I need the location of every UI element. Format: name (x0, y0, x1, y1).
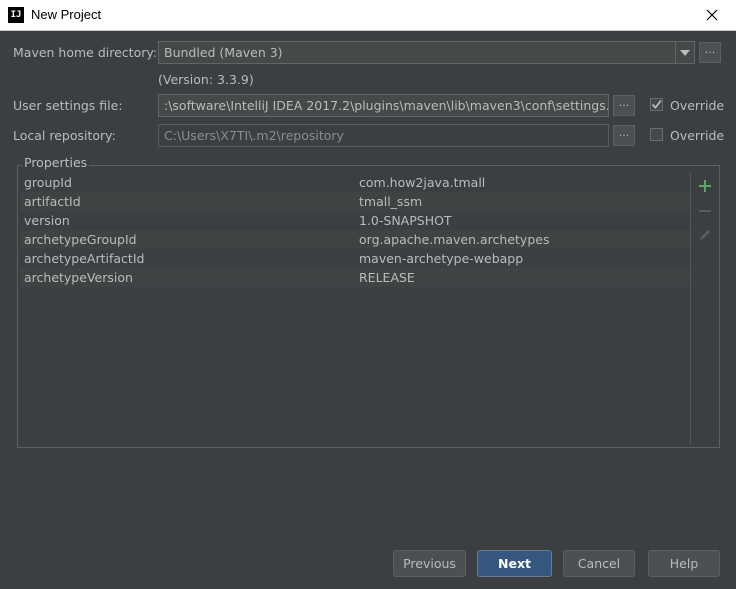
table-row[interactable]: archetypeVersion RELEASE (20, 268, 690, 287)
table-row[interactable]: artifactId tmall_ssm (20, 192, 690, 211)
user-settings-override-label: Override (670, 98, 725, 113)
property-key: archetypeGroupId (24, 232, 137, 247)
properties-table: groupId com.how2java.tmall artifactId tm… (20, 173, 690, 445)
user-settings-browse-button[interactable]: ... (613, 95, 635, 116)
cancel-button[interactable]: Cancel (563, 550, 635, 577)
help-button[interactable]: Help (648, 550, 720, 577)
property-key: archetypeVersion (24, 270, 133, 285)
window-title: New Project (31, 7, 102, 22)
remove-icon[interactable] (697, 203, 713, 219)
table-row[interactable]: version 1.0-SNAPSHOT (20, 211, 690, 230)
user-settings-override-checkbox[interactable] (650, 98, 663, 111)
table-row[interactable]: archetypeGroupId org.apache.maven.archet… (20, 230, 690, 249)
property-value: 1.0-SNAPSHOT (359, 213, 452, 228)
local-repository-override-checkbox[interactable] (650, 128, 663, 141)
maven-version-text: (Version: 3.3.9) (158, 72, 254, 87)
properties-title: Properties (22, 155, 90, 170)
maven-home-browse-button[interactable]: ... (699, 42, 721, 63)
edit-icon[interactable] (697, 227, 713, 243)
property-key: artifactId (24, 194, 81, 209)
user-settings-label: User settings file: (13, 98, 123, 113)
table-row[interactable]: archetypeArtifactId maven-archetype-weba… (20, 249, 690, 268)
chevron-down-icon[interactable] (675, 42, 694, 63)
title-bar: IJ New Project (0, 0, 736, 31)
local-repository-browse-button[interactable]: ... (613, 125, 635, 146)
property-key: groupId (24, 175, 72, 190)
property-key: version (24, 213, 70, 228)
maven-home-value: Bundled (Maven 3) (164, 45, 283, 60)
property-value: tmall_ssm (359, 194, 423, 209)
table-row[interactable]: groupId com.how2java.tmall (20, 173, 690, 192)
close-button[interactable] (690, 0, 736, 31)
property-value: com.how2java.tmall (359, 175, 486, 190)
maven-home-select[interactable]: Bundled (Maven 3) (158, 41, 695, 64)
checkmark-icon (651, 99, 662, 109)
local-repository-input[interactable]: C:\Users\X7TI\.m2\repository (158, 124, 609, 147)
user-settings-input[interactable]: :\software\IntelliJ IDEA 2017.2\plugins\… (158, 94, 609, 117)
local-repository-override-label: Override (670, 128, 725, 143)
property-value: maven-archetype-webapp (359, 251, 524, 266)
property-value: RELEASE (359, 270, 415, 285)
close-icon (706, 9, 718, 21)
property-value: org.apache.maven.archetypes (359, 232, 550, 247)
next-button[interactable]: Next (477, 550, 552, 577)
maven-home-label: Maven home directory: (13, 45, 158, 60)
previous-button[interactable]: Previous (393, 550, 466, 577)
properties-toolbar (690, 173, 719, 445)
local-repository-label: Local repository: (13, 128, 116, 143)
property-key: archetypeArtifactId (24, 251, 145, 266)
add-icon[interactable] (697, 178, 713, 194)
intellij-app-icon: IJ (8, 7, 24, 23)
